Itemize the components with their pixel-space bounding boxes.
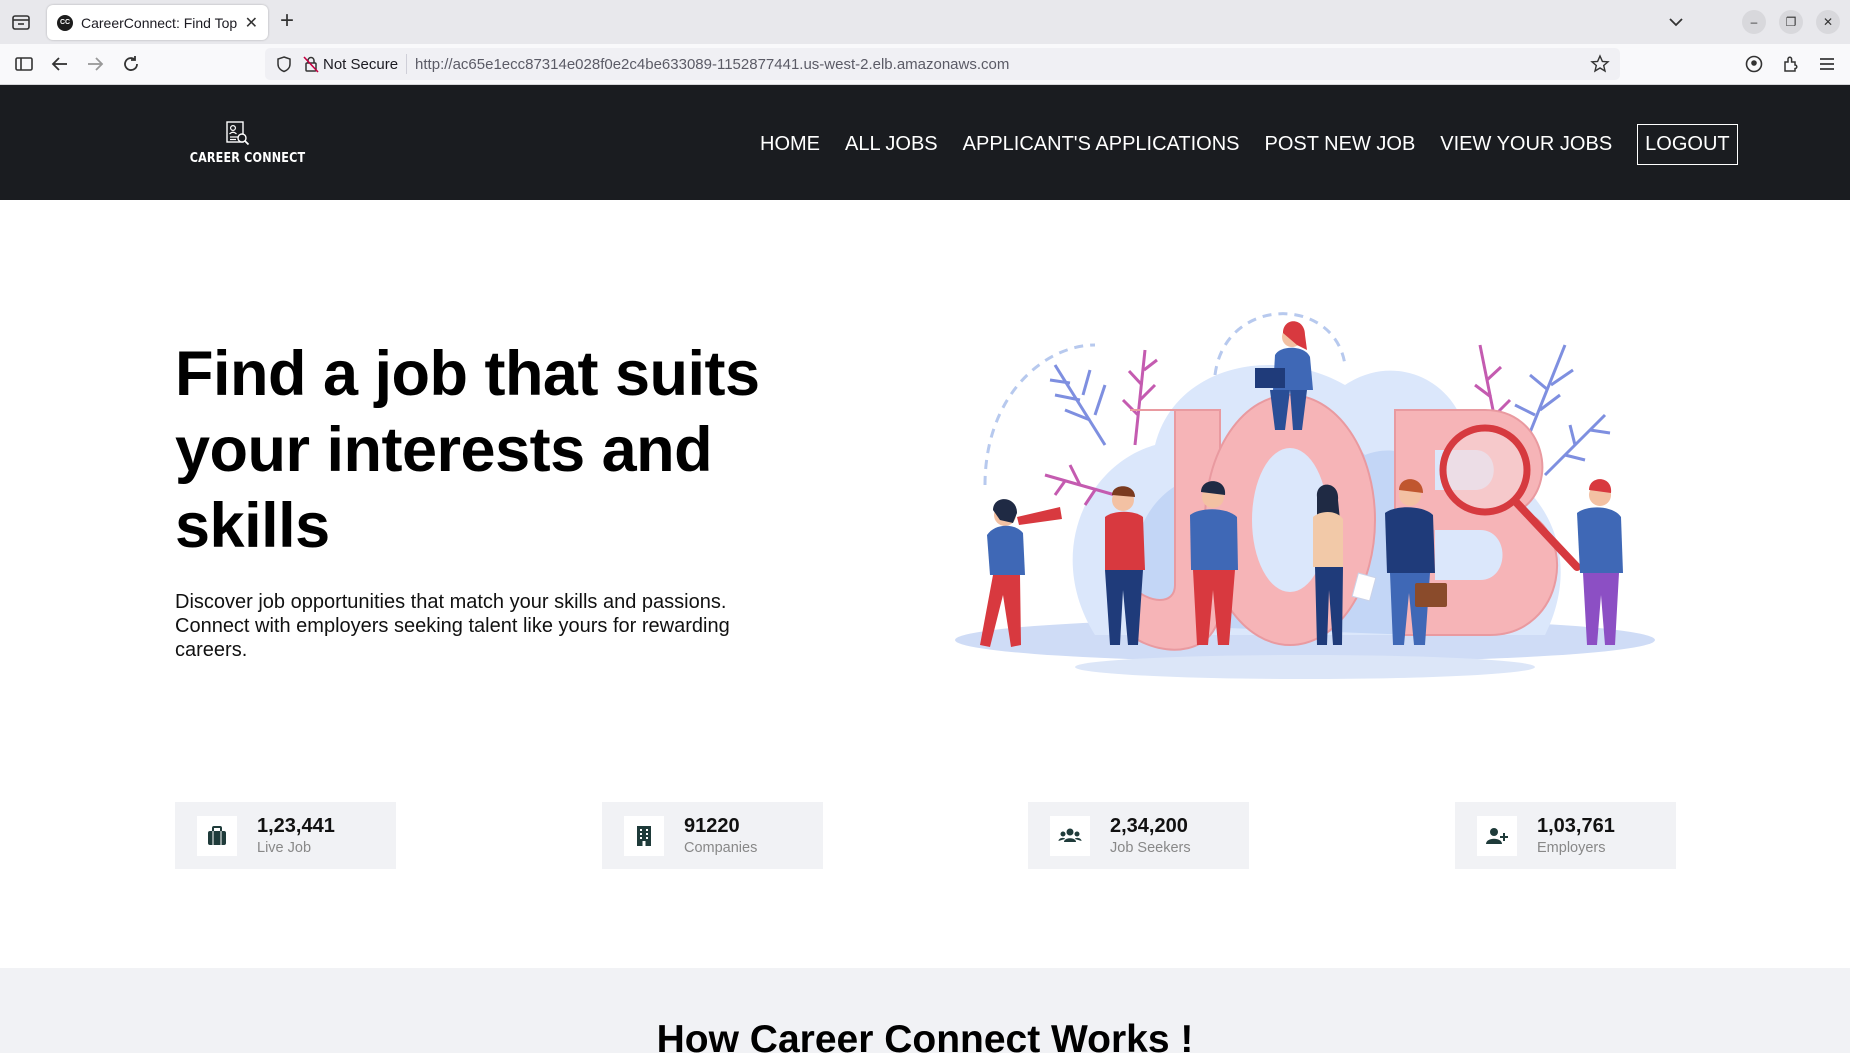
stat-live-jobs: 1,23,441 Live Job bbox=[175, 802, 396, 869]
stat-companies: 91220 Companies bbox=[602, 802, 823, 869]
browser-nav-bar: Not Secure http://ac65e1ecc87314e028f0e2… bbox=[0, 44, 1850, 85]
minimize-icon[interactable]: – bbox=[1742, 10, 1766, 34]
bookmark-star-icon[interactable] bbox=[1590, 54, 1610, 74]
user-plus-icon bbox=[1477, 815, 1517, 856]
tab-close-icon[interactable]: ✕ bbox=[245, 13, 258, 33]
nav-post-new-job[interactable]: POST NEW JOB bbox=[1265, 133, 1416, 156]
browser-tab-bar: CC CareerConnect: Find Top ✕ + – ❐ ✕ bbox=[0, 0, 1850, 44]
shield-icon[interactable] bbox=[275, 55, 293, 73]
tab-list-icon[interactable] bbox=[10, 11, 32, 33]
hero-title: Find a job that suits your interests and… bbox=[175, 339, 760, 561]
address-bar[interactable]: Not Secure http://ac65e1ecc87314e028f0e2… bbox=[265, 48, 1620, 80]
forward-icon[interactable] bbox=[85, 54, 105, 74]
sidebar-icon[interactable] bbox=[14, 54, 34, 74]
extensions-icon[interactable] bbox=[1781, 54, 1801, 74]
url-separator bbox=[406, 54, 408, 74]
stat-label: Job Seekers bbox=[1110, 839, 1191, 856]
logo-icon bbox=[226, 121, 250, 146]
site-header: CAREER CONNECT HOME ALL JOBS APPLICANT'S… bbox=[0, 85, 1850, 200]
browser-tab[interactable]: CC CareerConnect: Find Top ✕ bbox=[47, 5, 268, 40]
hero-description: Discover job opportunities that match yo… bbox=[175, 591, 730, 661]
not-secure-label: Not Secure bbox=[323, 55, 399, 73]
back-icon[interactable] bbox=[50, 54, 70, 74]
account-icon[interactable] bbox=[1744, 54, 1764, 74]
restore-icon[interactable]: ❐ bbox=[1779, 10, 1803, 34]
nav-home[interactable]: HOME bbox=[760, 133, 820, 156]
how-it-works-section: How Career Connect Works ! bbox=[0, 968, 1850, 1053]
reload-icon[interactable] bbox=[121, 54, 141, 74]
stat-number: 2,34,200 bbox=[1110, 814, 1188, 837]
nav-view-your-jobs[interactable]: VIEW YOUR JOBS bbox=[1440, 133, 1612, 156]
job-search-illustration bbox=[955, 312, 1655, 679]
stat-label: Employers bbox=[1537, 839, 1606, 856]
tab-title: CareerConnect: Find Top bbox=[81, 14, 238, 31]
logo[interactable]: CAREER CONNECT bbox=[182, 119, 306, 175]
stat-job-seekers: 2,34,200 Job Seekers bbox=[1028, 802, 1249, 869]
new-tab-icon[interactable]: + bbox=[280, 9, 294, 33]
insecure-lock-icon[interactable] bbox=[303, 55, 319, 73]
main-nav: HOME ALL JOBS APPLICANT'S APPLICATIONS P… bbox=[760, 124, 1738, 165]
users-icon bbox=[1050, 815, 1090, 856]
stat-employers: 1,03,761 Employers bbox=[1455, 802, 1676, 869]
stat-number: 1,23,441 bbox=[257, 814, 335, 837]
logout-button[interactable]: LOGOUT bbox=[1637, 124, 1738, 165]
how-it-works-title: How Career Connect Works ! bbox=[656, 1018, 1194, 1053]
url-text[interactable]: http://ac65e1ecc87314e028f0e2c4be633089-… bbox=[415, 56, 1009, 73]
building-icon bbox=[624, 815, 664, 856]
logo-text: CAREER CONNECT bbox=[189, 151, 306, 166]
stat-label: Live Job bbox=[257, 839, 312, 856]
stat-number: 91220 bbox=[684, 814, 740, 837]
stat-number: 1,03,761 bbox=[1537, 814, 1615, 837]
chevron-down-icon[interactable] bbox=[1666, 12, 1686, 32]
menu-icon[interactable] bbox=[1817, 54, 1837, 74]
nav-applicants-applications[interactable]: APPLICANT'S APPLICATIONS bbox=[963, 133, 1240, 156]
nav-all-jobs[interactable]: ALL JOBS bbox=[845, 133, 938, 156]
stat-label: Companies bbox=[684, 839, 758, 856]
briefcase-icon bbox=[197, 815, 237, 856]
close-window-icon[interactable]: ✕ bbox=[1816, 10, 1840, 34]
favicon-icon: CC bbox=[57, 14, 73, 31]
